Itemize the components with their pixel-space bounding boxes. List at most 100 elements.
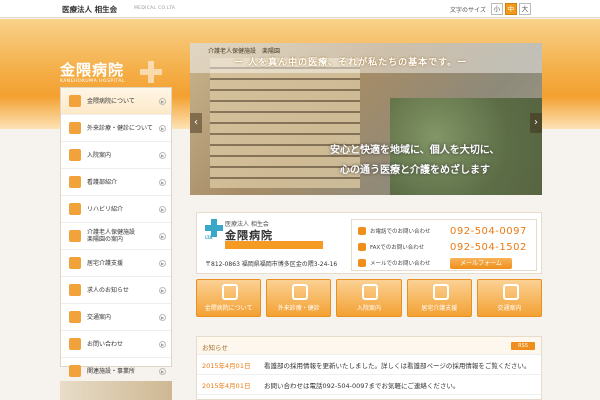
hero-message-line1: 安心と快適を地域に、個人を大切に、 bbox=[330, 145, 500, 156]
arrow-icon: ▶ bbox=[159, 260, 166, 267]
crutch-icon bbox=[69, 203, 81, 215]
contact-fax-number: 092-504-1502 bbox=[450, 241, 527, 253]
arrow-icon: ▶ bbox=[159, 152, 166, 159]
quick-link-label: 交通案内 bbox=[497, 305, 522, 312]
news-date: 2015年4月01日 bbox=[202, 381, 251, 390]
sidebar-item-label: 関連施設・事業所 bbox=[87, 367, 136, 375]
hero-next-arrow[interactable]: › bbox=[530, 113, 542, 133]
quick-links: 金隈病院について 外来診療・健診 入院案内 居宅介護支援 交通案内 bbox=[196, 279, 543, 317]
hero-facility-name: 介護老人保健施設 楽陽園 bbox=[208, 48, 281, 55]
sidebar-item-home-care[interactable]: 居宅介護支援 ▶ bbox=[61, 250, 171, 277]
hero-prev-arrow[interactable]: ‹ bbox=[190, 113, 202, 133]
font-size-large-button[interactable]: 大 bbox=[518, 3, 531, 15]
contact-phone-number[interactable]: 092-504-0097 bbox=[450, 226, 527, 237]
contact-mail: メールでのお問い合わせ メールフォーム bbox=[358, 256, 534, 270]
stethoscope-icon bbox=[69, 122, 81, 134]
contact-fax-label: FAXでのお問い合わせ bbox=[370, 245, 425, 251]
info-subtitle-bar bbox=[225, 241, 323, 249]
news-item[interactable]: 2015年4月01日 看護部の採用情報を更新いたしました。詳しくは看護部ページの… bbox=[197, 355, 541, 375]
hospital-logo[interactable]: 金隈病院 bbox=[60, 59, 124, 80]
sidebar-item-label: 介護老人保健施設 楽陽園の案内 bbox=[87, 229, 136, 243]
sidebar-item-label: 金隈病院について bbox=[87, 97, 135, 105]
quick-link-label: 居宅介護支援 bbox=[421, 305, 458, 312]
news-text[interactable]: 看護部の採用情報を更新いたしました。詳しくは看護部ページの採用情報をご覧ください… bbox=[264, 360, 534, 370]
arrow-icon: ▶ bbox=[159, 287, 166, 294]
sidebar-item-outpatient[interactable]: 外来診療・健診について ▶ bbox=[61, 115, 171, 142]
news-date: 2015年4月01日 bbox=[202, 361, 251, 370]
news-text[interactable]: お問い合わせは電話092-504-0097までお気軽にご連絡ください。 bbox=[264, 380, 534, 390]
person-icon bbox=[69, 284, 81, 296]
fax-icon bbox=[358, 243, 366, 251]
sidebar-item-label: 入院案内 bbox=[87, 151, 112, 159]
contact-fax: FAXでのお問い合わせ 092-504-1502 bbox=[358, 240, 534, 254]
arrow-icon: ▶ bbox=[159, 368, 166, 375]
news-title: お知らせ bbox=[202, 344, 228, 352]
arrow-icon: ▶ bbox=[159, 125, 166, 132]
contact-panel: お電話でのお問い合わせ 092-504-0097 FAXでのお問い合わせ 092… bbox=[351, 219, 537, 271]
arrow-icon: ▶ bbox=[159, 233, 166, 240]
mail-icon bbox=[358, 259, 366, 267]
sidebar-item-label: 居宅介護支援 bbox=[87, 259, 124, 267]
sidebar-item-rehab[interactable]: リハビリ紹介 ▶ bbox=[61, 196, 171, 223]
bed-icon bbox=[69, 149, 81, 161]
news-item[interactable]: 2015年4月01日 お問い合わせは電話092-504-0097までお気軽にご連… bbox=[197, 375, 541, 395]
info-address: 〒812-0863 福岡県福岡市博多区金の隈3-24-16 bbox=[205, 261, 338, 268]
sidebar-banner-image[interactable] bbox=[60, 381, 172, 400]
quick-link-home-care[interactable]: 居宅介護支援 bbox=[406, 279, 472, 317]
sidebar-item-nursing[interactable]: 看護部紹介 ▶ bbox=[61, 169, 171, 196]
corporation-name: 医療法人 相生会 bbox=[62, 5, 118, 14]
nurse-icon bbox=[69, 176, 81, 188]
hero-slideshow: 介護老人保健施設 楽陽園 ー 人を真ん中の医療、それが私たちの基本です。ー 安心… bbox=[190, 43, 542, 195]
quick-link-label: 金隈病院について bbox=[204, 305, 253, 312]
sidebar-item-label: リハビリ紹介 bbox=[87, 205, 124, 213]
arrow-icon: ▶ bbox=[159, 314, 166, 321]
elderly-care-icon bbox=[69, 230, 81, 242]
sidebar-item-recruit[interactable]: 求人のお知らせ ▶ bbox=[61, 277, 171, 304]
news-header: お知らせ RSS bbox=[197, 337, 541, 355]
quick-link-admission[interactable]: 入院案内 bbox=[336, 279, 402, 317]
building-icon bbox=[69, 365, 81, 377]
top-bar: 医療法人 相生会 MEDICAL CO.LTA 文字のサイズ 小 中 大 bbox=[0, 0, 600, 18]
hospital-icon bbox=[69, 95, 81, 107]
quick-link-label: 外来診療・健診 bbox=[277, 305, 320, 312]
mail-form-button[interactable]: メールフォーム bbox=[450, 257, 512, 269]
arrow-icon: ▶ bbox=[159, 98, 166, 105]
sidebar-item-label: 看護部紹介 bbox=[87, 178, 118, 186]
sidebar-menu: 金隈病院について ▶ 外来診療・健診について ▶ 入院案内 ▶ 看護部紹介 ▶ リハビリ… bbox=[60, 87, 172, 385]
bed-icon bbox=[362, 284, 379, 300]
hero-building-image bbox=[210, 58, 360, 188]
quick-link-about[interactable]: 金隈病院について bbox=[196, 279, 262, 317]
sidebar-item-contact[interactable]: お問い合わせ ▶ bbox=[61, 331, 171, 358]
rss-button[interactable]: RSS bbox=[511, 342, 535, 350]
sidebar-item-access[interactable]: 交通案内 ▶ bbox=[61, 304, 171, 331]
mail-icon bbox=[69, 338, 81, 350]
hospital-icon bbox=[222, 284, 238, 300]
corporation-name-en: MEDICAL CO.LTA bbox=[134, 6, 176, 11]
car-icon bbox=[502, 284, 519, 300]
phone-icon bbox=[358, 227, 366, 235]
quick-link-outpatient[interactable]: 外来診療・健診 bbox=[266, 279, 332, 317]
car-icon bbox=[69, 311, 81, 323]
arrow-icon: ▶ bbox=[159, 179, 166, 186]
info-lta-mark: LTA bbox=[205, 235, 213, 240]
quick-link-label: 入院案内 bbox=[357, 305, 382, 312]
sidebar-item-care-facility[interactable]: 介護老人保健施設 楽陽園の案内 ▶ bbox=[61, 223, 171, 250]
contact-phone-label: お電話でのお問い合わせ bbox=[370, 229, 431, 235]
sidebar-item-label: お問い合わせ bbox=[87, 340, 124, 348]
sidebar-item-label: 求人のお知らせ bbox=[87, 286, 129, 294]
sidebar-item-about[interactable]: 金隈病院について ▶ bbox=[61, 88, 171, 115]
hero-message-line2: 心の通う医療と介護をめざします bbox=[340, 165, 490, 176]
home-icon bbox=[432, 284, 449, 300]
font-size-switcher: 文字のサイズ 小 中 大 bbox=[450, 3, 531, 15]
hero-tagline: ー 人を真ん中の医療、それが私たちの基本です。ー bbox=[234, 58, 468, 68]
hospital-info-box: LTA 医療法人 相生会 金隈病院 〒812-0863 福岡県福岡市博多区金の隈… bbox=[196, 212, 542, 274]
font-size-medium-button[interactable]: 中 bbox=[504, 3, 517, 15]
sidebar-item-label: 交通案内 bbox=[87, 313, 112, 321]
contact-mail-label: メールでのお問い合わせ bbox=[370, 261, 431, 267]
font-size-small-button[interactable]: 小 bbox=[490, 3, 503, 15]
contact-phone: お電話でのお問い合わせ 092-504-0097 bbox=[358, 224, 534, 238]
cross-icon bbox=[140, 61, 162, 83]
sidebar-item-admission[interactable]: 入院案内 ▶ bbox=[61, 142, 171, 169]
quick-link-access[interactable]: 交通案内 bbox=[476, 279, 543, 317]
news-section: お知らせ RSS 2015年4月01日 看護部の採用情報を更新いたしました。詳し… bbox=[196, 336, 542, 400]
